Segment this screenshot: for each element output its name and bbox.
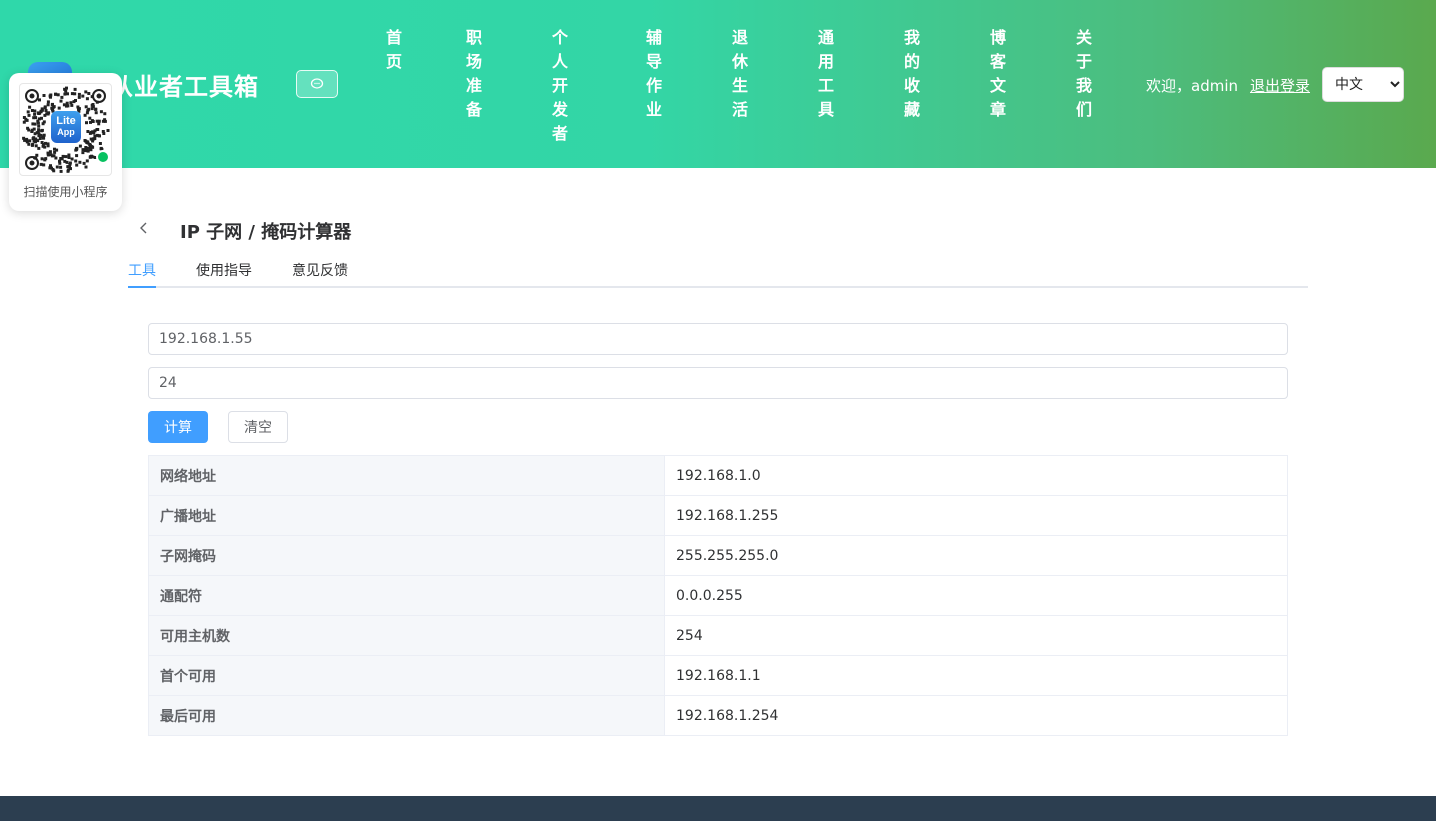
result-value: 255.255.255.0 bbox=[664, 535, 1288, 576]
language-select[interactable]: 中文 bbox=[1322, 67, 1404, 102]
result-value: 192.168.1.255 bbox=[664, 495, 1288, 536]
badge-line-1: Lite bbox=[56, 115, 76, 127]
tab-guide[interactable]: 使用指导 bbox=[196, 260, 252, 288]
result-value: 192.168.1.254 bbox=[664, 695, 1288, 736]
calculate-button[interactable]: 计算 bbox=[148, 411, 208, 443]
table-row: 子网掩码 255.255.255.0 bbox=[148, 535, 1288, 576]
result-label: 子网掩码 bbox=[148, 535, 665, 576]
chat-button[interactable] bbox=[296, 70, 338, 98]
lite-app-badge: Lite App bbox=[51, 111, 81, 143]
ip-address-input[interactable] bbox=[148, 323, 1288, 355]
result-label: 广播地址 bbox=[148, 495, 665, 536]
result-label: 通配符 bbox=[148, 575, 665, 616]
table-row: 最后可用 192.168.1.254 bbox=[148, 695, 1288, 736]
qr-caption: 扫描使用小程序 bbox=[23, 185, 108, 199]
result-label: 首个可用 bbox=[148, 655, 665, 696]
nav-item-about[interactable]: 关于我们 bbox=[1074, 26, 1094, 122]
mini-program-icon bbox=[96, 150, 110, 164]
result-value: 192.168.1.1 bbox=[664, 655, 1288, 696]
tab-feedback[interactable]: 意见反馈 bbox=[292, 260, 348, 288]
tab-tool[interactable]: 工具 bbox=[128, 260, 156, 288]
nav-item-blog[interactable]: 博客文章 bbox=[988, 26, 1008, 122]
table-row: 通配符 0.0.0.255 bbox=[148, 575, 1288, 616]
result-label: 可用主机数 bbox=[148, 615, 665, 656]
clear-button[interactable]: 清空 bbox=[228, 411, 288, 443]
chat-bubble-icon bbox=[310, 78, 324, 89]
mask-input[interactable] bbox=[148, 367, 1288, 399]
nav-item-career[interactable]: 职场准备 bbox=[464, 26, 484, 122]
nav-item-general-tools[interactable]: 通用工具 bbox=[816, 26, 836, 122]
site-footer bbox=[0, 796, 1436, 821]
table-row: 首个可用 192.168.1.1 bbox=[148, 655, 1288, 696]
welcome-text: 欢迎，admin bbox=[1146, 77, 1238, 95]
qr-code-frame: Lite App bbox=[19, 83, 112, 176]
nav-item-developer[interactable]: 个人开发者 bbox=[550, 26, 570, 146]
back-arrow-icon[interactable] bbox=[134, 218, 154, 238]
table-row: 广播地址 192.168.1.255 bbox=[148, 495, 1288, 536]
nav-item-retirement[interactable]: 退休生活 bbox=[730, 26, 750, 122]
nav-item-home[interactable]: 首页 bbox=[384, 26, 404, 74]
result-label: 网络地址 bbox=[148, 455, 665, 496]
nav-item-favorites[interactable]: 我的收藏 bbox=[902, 26, 922, 122]
result-label: 最后可用 bbox=[148, 695, 665, 736]
table-row: 可用主机数 254 bbox=[148, 615, 1288, 656]
table-row: 网络地址 192.168.1.0 bbox=[148, 455, 1288, 496]
site-header: 件从业者工具箱 首页 职场准备 个人开发者 辅导作业 退休生活 通用工具 我的收… bbox=[0, 0, 1436, 168]
badge-line-2: App bbox=[57, 127, 75, 137]
mini-program-qr-card: Lite App 扫描使用小程序 bbox=[9, 73, 122, 211]
result-table: 网络地址 192.168.1.0 广播地址 192.168.1.255 子网掩码… bbox=[148, 455, 1288, 736]
nav-item-homework[interactable]: 辅导作业 bbox=[644, 26, 664, 122]
page-title: IP 子网 / 掩码计算器 bbox=[180, 222, 352, 243]
tab-bar: 工具 使用指导 意见反馈 bbox=[128, 258, 1308, 288]
result-value: 0.0.0.255 bbox=[664, 575, 1288, 616]
result-value: 254 bbox=[664, 615, 1288, 656]
logout-link[interactable]: 退出登录 bbox=[1250, 75, 1310, 96]
result-value: 192.168.1.0 bbox=[664, 455, 1288, 496]
